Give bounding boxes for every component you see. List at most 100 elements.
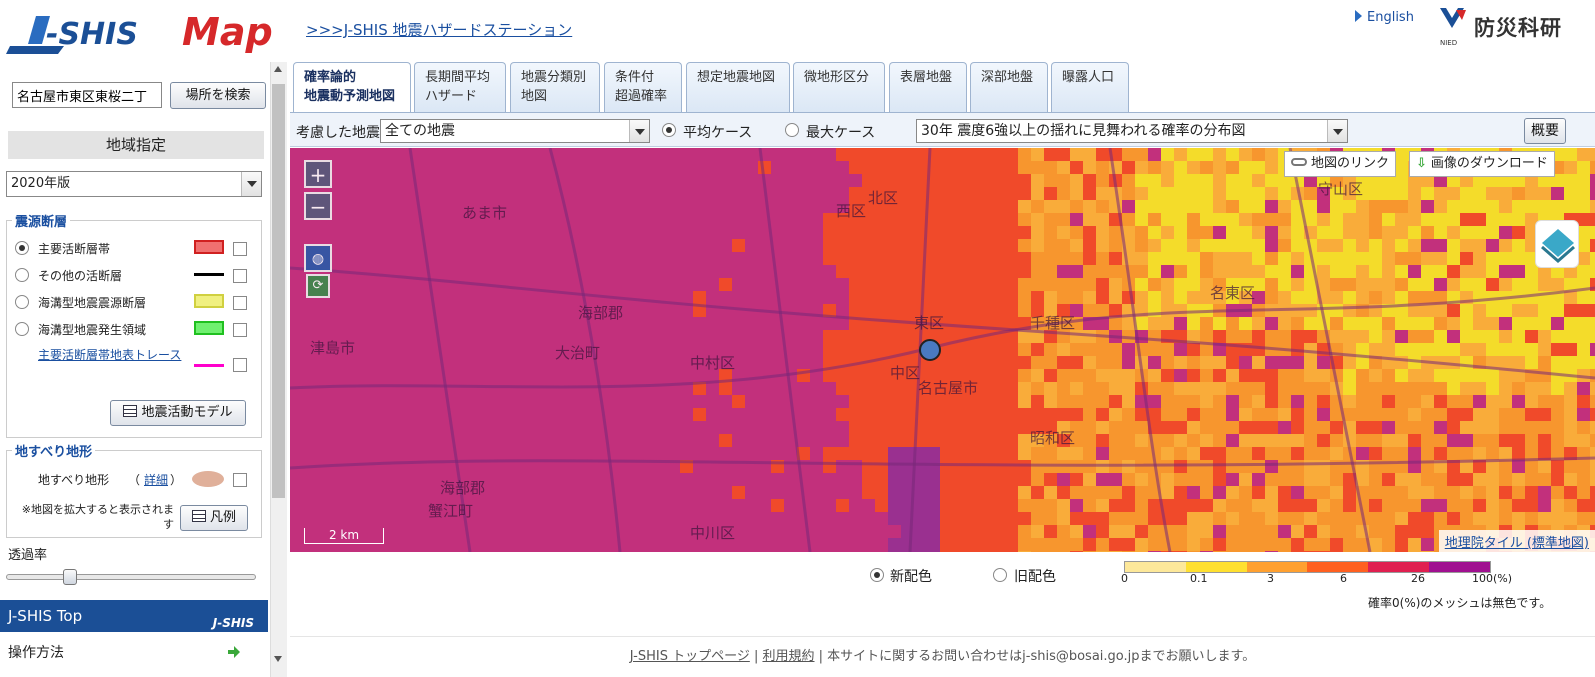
tab-6[interactable]: 微地形区分 bbox=[793, 62, 885, 112]
list-icon bbox=[123, 405, 138, 417]
refresh-icon[interactable]: ⟳ bbox=[306, 274, 330, 298]
legend-tick: 3 bbox=[1267, 572, 1274, 585]
tab-label-line1: 確率論的 bbox=[304, 70, 357, 85]
sidebar-scroll-thumb[interactable] bbox=[272, 84, 285, 498]
fault-radio[interactable] bbox=[15, 241, 29, 255]
landslide-checkbox[interactable] bbox=[233, 473, 247, 487]
search-location-button[interactable]: 場所を検索 bbox=[170, 82, 266, 109]
legend-color-3 bbox=[1246, 562, 1308, 572]
image-download-button[interactable]: ⇩ 画像のダウンロード bbox=[1409, 151, 1555, 177]
chevron-down-icon[interactable] bbox=[241, 172, 261, 196]
jshis-top-link[interactable]: J-SHIS Top J-SHIS bbox=[0, 600, 268, 632]
tab-label-line2: 地震動予測地図 bbox=[304, 89, 396, 104]
scroll-down-icon[interactable] bbox=[274, 656, 282, 662]
year-select-value: 2020年版 bbox=[11, 176, 71, 191]
legend-button-label: 凡例 bbox=[209, 510, 236, 525]
fault-swatch bbox=[194, 240, 224, 254]
year-select[interactable]: 2020年版 bbox=[6, 171, 262, 197]
tab-1[interactable]: 確率論的地震動予測地図 bbox=[293, 62, 411, 114]
tab-5[interactable]: 想定地震地図 bbox=[686, 62, 790, 112]
scroll-up-icon[interactable] bbox=[274, 66, 282, 72]
fault-checkbox[interactable] bbox=[233, 323, 247, 337]
english-label[interactable]: English bbox=[1367, 10, 1414, 25]
quake-type-select[interactable]: 全ての地震 bbox=[380, 119, 650, 143]
map-place-label: 海部郡 bbox=[440, 479, 485, 497]
map-place-label: 昭和区 bbox=[1030, 429, 1075, 447]
fault-trace-link[interactable]: 主要活断層帯地表トレース bbox=[38, 346, 188, 364]
hazard-map-canvas[interactable]: あま市海部郡大治町津島市中村区中川区海部郡蟹江町西区北区東区中区名古屋市昭和区千… bbox=[290, 148, 1595, 552]
tab-label-line2: 超過確率 bbox=[615, 89, 668, 104]
zoom-in-button[interactable]: + bbox=[304, 160, 332, 188]
operation-method-link[interactable]: 操作方法 bbox=[8, 642, 64, 662]
fault-checkbox[interactable] bbox=[233, 242, 247, 256]
transparency-slider[interactable] bbox=[6, 574, 256, 580]
region-title: 地域指定 bbox=[8, 131, 264, 159]
nied-sub: NIED bbox=[1440, 39, 1458, 47]
logo-map-text: Map bbox=[182, 10, 273, 54]
legend-color-5 bbox=[1368, 562, 1430, 572]
legend-color-2 bbox=[1185, 562, 1247, 572]
average-case-label[interactable]: 平均ケース bbox=[683, 122, 752, 142]
fault-item-label: 海溝型地震発生領域 bbox=[38, 323, 147, 337]
tab-4[interactable]: 条件付 超過確率 bbox=[604, 62, 682, 112]
landslide-detail-link[interactable]: 詳細 bbox=[144, 471, 168, 488]
zoom-out-button[interactable]: − bbox=[304, 192, 332, 220]
fault-radio[interactable] bbox=[15, 268, 29, 282]
landslide-label: 地すべり地形 bbox=[38, 473, 110, 487]
legend-color-6 bbox=[1429, 562, 1490, 572]
english-link[interactable]: English bbox=[1355, 10, 1414, 25]
map-place-label: 大治町 bbox=[555, 344, 600, 362]
chevron-down-icon[interactable] bbox=[1327, 120, 1347, 142]
tab-7[interactable]: 表層地盤 bbox=[889, 62, 967, 112]
legend-tick: 0.1 bbox=[1190, 572, 1208, 585]
transparency-label: 透過率 bbox=[8, 548, 48, 563]
fault-checkbox[interactable] bbox=[233, 269, 247, 283]
map-place-label: 海部郡 bbox=[578, 304, 623, 322]
summary-button[interactable]: 概要 bbox=[1524, 118, 1566, 144]
new-color-label[interactable]: 新配色 bbox=[890, 566, 932, 586]
average-case-radio[interactable] bbox=[662, 123, 676, 137]
location-search-input[interactable] bbox=[12, 82, 162, 108]
map-place-label: 東区 bbox=[914, 314, 944, 332]
tab-9[interactable]: 曝露人口 bbox=[1051, 62, 1129, 112]
map-place-label: 名古屋市 bbox=[918, 379, 978, 397]
map-link-button[interactable]: 地図のリンク bbox=[1284, 151, 1397, 177]
new-color-radio[interactable] bbox=[870, 568, 884, 582]
chevron-down-icon[interactable] bbox=[629, 120, 649, 142]
location-marker[interactable] bbox=[919, 339, 941, 361]
transparency-slider-handle[interactable] bbox=[62, 569, 77, 585]
globe-icon[interactable]: ◍ bbox=[304, 244, 332, 272]
gsi-tile-link[interactable]: 地理院タイル (標準地図) bbox=[1438, 530, 1595, 552]
arrow-right-icon[interactable] bbox=[228, 646, 240, 658]
old-color-label[interactable]: 旧配色 bbox=[1014, 566, 1056, 586]
nied-name: 防災科研 bbox=[1474, 16, 1562, 40]
map-place-label: 蟹江町 bbox=[428, 502, 473, 520]
tab-label-line1: 長期間平均 bbox=[425, 70, 491, 85]
legend-button[interactable]: 凡例 bbox=[180, 505, 248, 531]
probability-color-bar bbox=[1124, 561, 1491, 573]
tab-2[interactable]: 長期間平均 ハザード bbox=[414, 62, 506, 112]
fault-radio[interactable] bbox=[15, 322, 29, 336]
jshis-map-logo[interactable]: -SHIS Map bbox=[6, 6, 286, 58]
map-type-select[interactable]: 30年 震度6強以上の揺れに見舞われる確率の分布図 bbox=[916, 119, 1348, 143]
old-color-radio[interactable] bbox=[993, 568, 1007, 582]
max-case-label[interactable]: 最大ケース bbox=[806, 122, 875, 142]
jshis-station-link[interactable]: >>>J-SHIS 地震ハザードステーション bbox=[306, 19, 572, 40]
trace-checkbox[interactable] bbox=[233, 358, 247, 372]
tab-8[interactable]: 深部地盤 bbox=[970, 62, 1048, 112]
tab-3[interactable]: 地震分類別 地図 bbox=[510, 62, 600, 112]
fault-radio[interactable] bbox=[15, 295, 29, 309]
terms-link[interactable]: 利用規約 bbox=[762, 649, 814, 664]
top-page-link[interactable]: J-SHIS トップページ bbox=[630, 649, 750, 664]
seismic-model-button[interactable]: 地震活動モデル bbox=[110, 400, 246, 426]
layers-icon[interactable] bbox=[1535, 220, 1579, 268]
nied-logo[interactable]: 防災科研 NIED bbox=[1436, 6, 1586, 47]
tab-label-line1: 表層地盤 bbox=[900, 70, 953, 85]
fault-checkbox[interactable] bbox=[233, 296, 247, 310]
svg-text:-SHIS: -SHIS bbox=[46, 17, 138, 52]
map-link-label: 地図のリンク bbox=[1311, 156, 1390, 171]
landslide-paren-close: ） bbox=[170, 473, 183, 487]
hazard-map[interactable]: あま市 海部郡 大治町 津島市 中村区 中川区 海部郡 蟹江町 西区 北区 東区 中区 名古屋市 昭和区千… bbox=[290, 148, 1595, 552]
legend-tick: 100(%) bbox=[1472, 572, 1513, 585]
max-case-radio[interactable] bbox=[785, 123, 799, 137]
